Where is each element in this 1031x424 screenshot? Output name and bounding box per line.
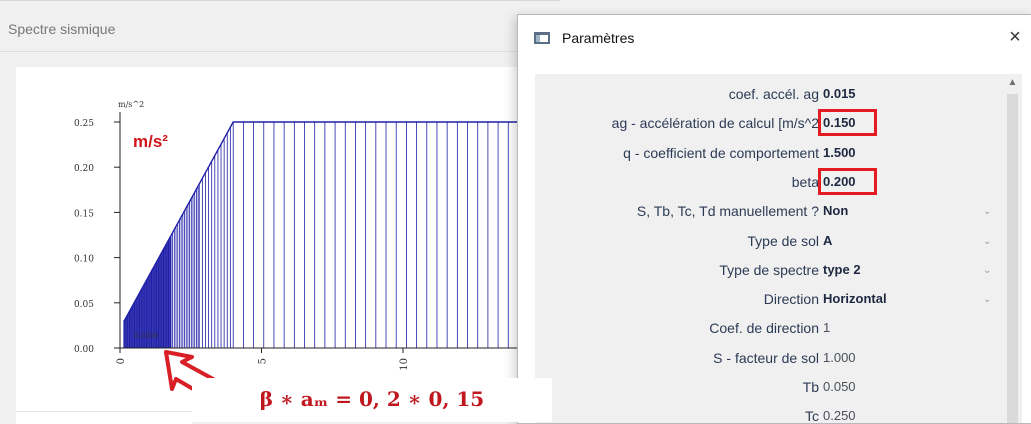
property-value[interactable]: A (823, 233, 832, 248)
x-tick-label: 5 (258, 358, 269, 364)
chart-bars (123, 121, 560, 348)
formula-annotation: β ∗ aₘ = 0, 2 ∗ 0, 15 (192, 378, 552, 422)
property-row[interactable]: Tc 0.250 (535, 403, 1003, 423)
floor-value-label: 0.0300 (134, 332, 159, 340)
property-label: Type de spectre (719, 261, 819, 278)
property-row[interactable]: q - coefficient de comportement 1.500 (535, 140, 1003, 166)
property-value[interactable]: 1 (823, 320, 830, 335)
vertical-scrollbar[interactable]: ▲ (1003, 74, 1022, 423)
property-row[interactable]: coef. accél. ag 0.015 (535, 81, 1003, 107)
formula-text: β ∗ aₘ = 0, 2 ∗ 0, 15 (259, 387, 485, 411)
x-tick-label: 10 (399, 358, 410, 371)
property-row[interactable]: beta 0.200 (535, 167, 1003, 195)
property-row[interactable]: Coef. de direction 1 (535, 315, 1003, 341)
scroll-thumb[interactable] (1007, 94, 1018, 423)
chevron-down-icon[interactable]: ⌄ (983, 236, 991, 247)
property-row[interactable]: S, Tb, Tc, Td manuellement ? Non ⌄ (535, 198, 1003, 224)
title-divider (0, 51, 560, 52)
property-value[interactable]: type 2 (823, 262, 861, 277)
property-value[interactable]: Horizontal (823, 291, 887, 306)
chevron-down-icon[interactable]: ⌄ (983, 265, 991, 276)
property-row[interactable]: ag - accélération de calcul [m/s^2 0.150 (535, 109, 1003, 137)
scroll-up-icon[interactable]: ▲ (1003, 74, 1022, 92)
window-icon (534, 32, 550, 44)
y-tick-label: 0.20 (74, 164, 94, 174)
property-value[interactable]: 0.250 (823, 408, 856, 423)
parameters-dialog: Paramètres × coef. accél. ag 0.015 ag - ac… (517, 14, 1031, 424)
spectre-window: Spectre sismique 0.25 0.20 0.15 0.10 0.05 0.0… (0, 0, 560, 424)
y-tick-label: 0.05 (74, 300, 94, 310)
x-tick-label: 0 (116, 358, 127, 364)
property-row[interactable]: S - facteur de sol 1.000 (535, 345, 1003, 371)
dialog-title: Paramètres (562, 30, 635, 46)
property-row[interactable]: Type de sol A ⌄ (535, 228, 1003, 254)
y-tick-label: 0.00 (74, 345, 94, 355)
y-unit-label: m/s^2 (118, 100, 144, 109)
spectrum-chart: 0.25 0.20 0.15 0.10 0.05 0.00 0 5 10 m/s^2 m/s² 0.0… (74, 100, 560, 413)
property-label: Direction (763, 291, 819, 308)
property-value[interactable]: Non (823, 203, 848, 218)
property-label: Tc (805, 408, 819, 423)
property-label: q - coefficient de comportement (623, 144, 819, 161)
property-label: Coef. de direction (709, 320, 819, 337)
property-grid: coef. accél. ag 0.015 ag - accélération de… (535, 74, 1003, 423)
property-label: Type de sol (747, 232, 819, 249)
chevron-down-icon[interactable]: ⌄ (983, 294, 991, 305)
property-value[interactable]: 1.000 (823, 350, 856, 365)
property-label: ag - accélération de calcul [m/s^2 (611, 115, 819, 132)
property-row[interactable]: Direction Horizontal ⌄ (535, 286, 1003, 312)
property-label: beta (791, 173, 819, 190)
property-value[interactable]: 1.500 (823, 145, 856, 160)
close-button[interactable]: × (998, 21, 1031, 53)
property-label: S, Tb, Tc, Td manuellement ? (636, 203, 819, 220)
spectrum-chart-panel: 0.25 0.20 0.15 0.10 0.05 0.00 0 5 10 m/s^2 m/s² 0.0… (16, 67, 560, 413)
property-label: coef. accél. ag (728, 86, 819, 102)
y-tick-label: 0.15 (74, 209, 94, 219)
chevron-down-icon[interactable]: ⌄ (983, 206, 991, 217)
highlight-box (818, 109, 877, 137)
property-label: S - facteur de sol (713, 349, 819, 366)
spectre-window-title: Spectre sismique (8, 21, 116, 37)
y-tick-label: 0.10 (74, 255, 94, 265)
property-row[interactable]: Type de spectre type 2 ⌄ (535, 257, 1003, 283)
property-row[interactable]: Tb 0.050 (535, 374, 1003, 400)
property-value[interactable]: 0.015 (823, 86, 856, 101)
property-label: Tb (802, 379, 819, 395)
unit-annotation: m/s² (133, 132, 168, 151)
property-value[interactable]: 0.050 (823, 379, 856, 394)
status-strip (16, 411, 192, 424)
y-tick-label: 0.25 (74, 119, 94, 129)
highlight-box (818, 167, 877, 195)
